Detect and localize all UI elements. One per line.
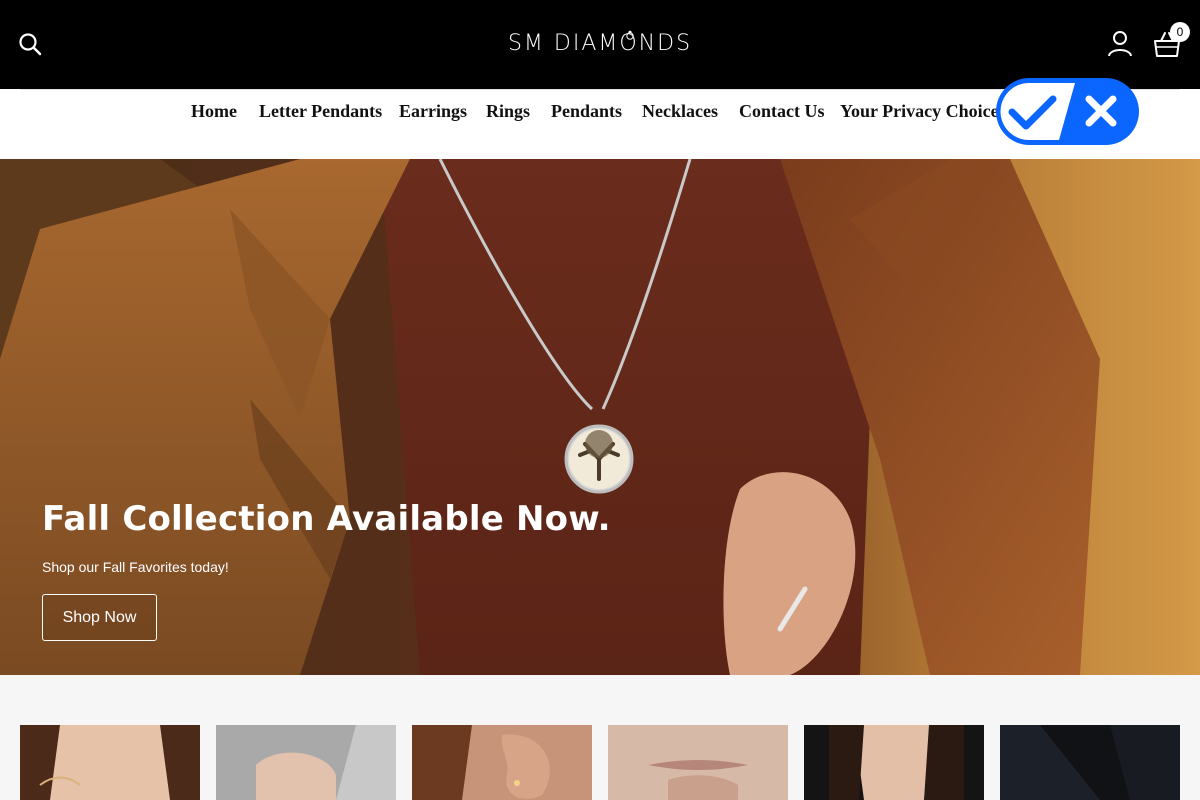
- hero-banner: Fall Collection Available Now. Shop our …: [0, 159, 1200, 675]
- user-icon[interactable]: [1107, 30, 1133, 58]
- hero-image: [0, 159, 1200, 675]
- category-image: [216, 725, 396, 800]
- nav-item-privacy-choices[interactable]: Your Privacy Choices: [840, 99, 1006, 123]
- nav-item-letter-pendants[interactable]: Letter Pendants: [259, 99, 382, 123]
- category-tile[interactable]: [1000, 725, 1180, 800]
- check-x-toggle-icon: [996, 78, 1139, 145]
- shop-now-button[interactable]: Shop Now: [42, 594, 157, 641]
- hero-title: Fall Collection Available Now.: [42, 499, 611, 539]
- nav-item-contact-us[interactable]: Contact Us: [739, 99, 825, 123]
- nav-item-necklaces[interactable]: Necklaces: [642, 99, 718, 123]
- category-tile[interactable]: [804, 725, 984, 800]
- nav-item-earrings[interactable]: Earrings: [399, 99, 467, 123]
- category-image: [804, 725, 984, 800]
- cart-count-badge: 0: [1170, 22, 1190, 42]
- category-image: [20, 725, 200, 800]
- category-image: [412, 725, 592, 800]
- category-tile[interactable]: [20, 725, 200, 800]
- category-grid: [0, 675, 1200, 800]
- category-tile[interactable]: [412, 725, 592, 800]
- site-logo[interactable]: SM DIAMONDS: [500, 28, 700, 60]
- category-tile[interactable]: [216, 725, 396, 800]
- category-image: [608, 725, 788, 800]
- category-tile[interactable]: [608, 725, 788, 800]
- nav-item-home[interactable]: Home: [191, 99, 237, 123]
- privacy-choices-toggle[interactable]: [995, 77, 1140, 146]
- nav-item-rings[interactable]: Rings: [486, 99, 530, 123]
- nav-item-pendants[interactable]: Pendants: [551, 99, 622, 123]
- site-header: SM DIAMONDS 0: [0, 0, 1200, 89]
- search-icon[interactable]: [18, 32, 44, 58]
- hero-subtitle: Shop our Fall Favorites today!: [42, 559, 229, 575]
- diamond-icon: [626, 30, 634, 40]
- category-image: [1000, 725, 1180, 800]
